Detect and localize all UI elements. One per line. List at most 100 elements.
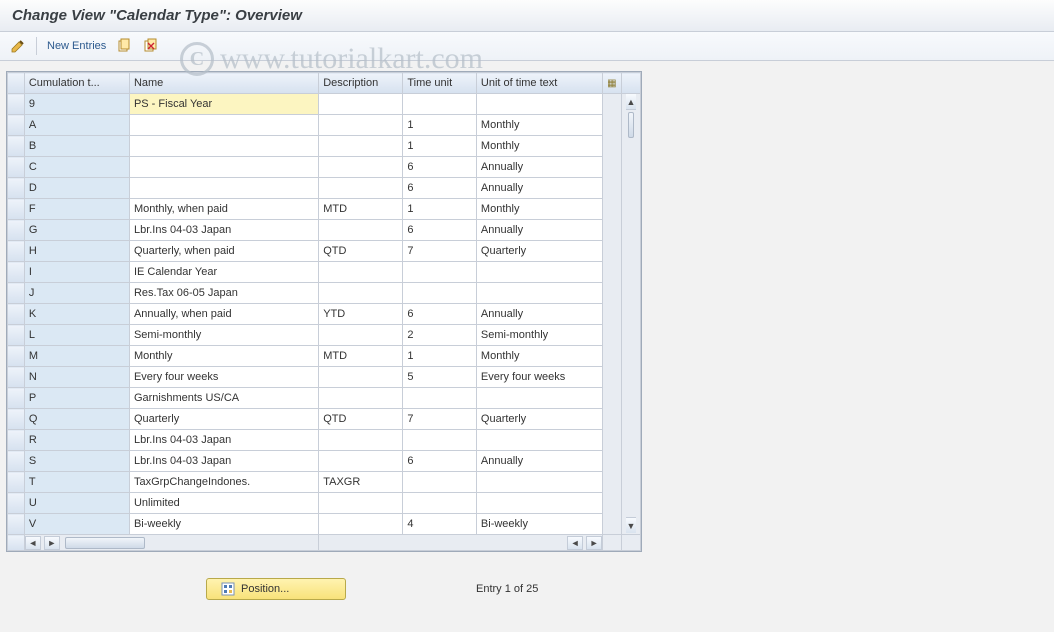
row-selector[interactable] [8,325,25,346]
cell-time-unit[interactable]: 1 [403,136,477,157]
cell-cumulation[interactable]: B [24,136,129,157]
cell-cumulation[interactable]: K [24,304,129,325]
cell-name[interactable]: Res.Tax 06-05 Japan [129,283,318,304]
cell-unit-text[interactable] [476,472,602,493]
table-row[interactable]: MMonthlyMTD1Monthly [8,346,641,367]
cell-cumulation[interactable]: S [24,451,129,472]
cell-name[interactable]: Monthly [129,346,318,367]
cell-description[interactable]: MTD [319,199,403,220]
cell-description[interactable]: YTD [319,304,403,325]
vscroll-down-icon[interactable]: ▼ [626,517,636,533]
cell-time-unit[interactable] [403,262,477,283]
cell-name[interactable]: Semi-monthly [129,325,318,346]
row-selector[interactable] [8,346,25,367]
select-all-header[interactable] [8,73,25,94]
cell-time-unit[interactable]: 4 [403,514,477,535]
cell-unit-text[interactable] [476,262,602,283]
cell-name[interactable]: Every four weeks [129,367,318,388]
cell-time-unit[interactable]: 7 [403,409,477,430]
table-row[interactable]: SLbr.Ins 04-03 Japan6Annually [8,451,641,472]
cell-cumulation[interactable]: A [24,115,129,136]
cell-unit-text[interactable]: Annually [476,304,602,325]
row-selector[interactable] [8,199,25,220]
row-selector[interactable] [8,514,25,535]
cell-unit-text[interactable]: Monthly [476,136,602,157]
cell-unit-text[interactable]: Quarterly [476,409,602,430]
position-button[interactable]: Position... [206,578,346,600]
vertical-scrollbar[interactable]: ▲▼ [622,94,641,535]
cell-description[interactable]: QTD [319,409,403,430]
cell-name[interactable]: Annually, when paid [129,304,318,325]
cell-time-unit[interactable]: 6 [403,157,477,178]
cell-name[interactable]: Monthly, when paid [129,199,318,220]
vscroll-up-icon[interactable]: ▲ [626,94,636,110]
cell-name[interactable]: Quarterly [129,409,318,430]
cell-name[interactable]: Lbr.Ins 04-03 Japan [129,430,318,451]
cell-time-unit[interactable] [403,472,477,493]
cell-cumulation[interactable]: N [24,367,129,388]
cell-cumulation[interactable]: G [24,220,129,241]
copy-as-icon[interactable] [116,38,132,54]
cell-description[interactable] [319,115,403,136]
cell-description[interactable] [319,451,403,472]
cell-description[interactable] [319,367,403,388]
table-row[interactable]: D6Annually [8,178,641,199]
table-row[interactable]: RLbr.Ins 04-03 Japan [8,430,641,451]
cell-cumulation[interactable]: D [24,178,129,199]
cell-cumulation[interactable]: C [24,157,129,178]
table-row[interactable]: QQuarterlyQTD7Quarterly [8,409,641,430]
row-selector[interactable] [8,493,25,514]
cell-name[interactable]: Quarterly, when paid [129,241,318,262]
table-row[interactable]: 9PS - Fiscal Year▲▼ [8,94,641,115]
cell-time-unit[interactable]: 1 [403,115,477,136]
cell-time-unit[interactable]: 5 [403,367,477,388]
cell-name[interactable]: Lbr.Ins 04-03 Japan [129,220,318,241]
hscroll-right2-icon[interactable]: ► [586,536,602,550]
cell-cumulation[interactable]: L [24,325,129,346]
cell-unit-text[interactable]: Monthly [476,346,602,367]
cell-description[interactable] [319,325,403,346]
cell-cumulation[interactable]: P [24,388,129,409]
cell-unit-text[interactable]: Monthly [476,199,602,220]
cell-description[interactable] [319,262,403,283]
col-header-name[interactable]: Name [129,73,318,94]
cell-description[interactable] [319,388,403,409]
cell-time-unit[interactable]: 1 [403,346,477,367]
cell-description[interactable]: QTD [319,241,403,262]
cell-name[interactable] [129,178,318,199]
cell-cumulation[interactable]: I [24,262,129,283]
cell-time-unit[interactable]: 6 [403,220,477,241]
col-header-cumulation[interactable]: Cumulation t... [24,73,129,94]
cell-time-unit[interactable] [403,94,477,115]
cell-description[interactable] [319,94,403,115]
cell-name[interactable]: Garnishments US/CA [129,388,318,409]
cell-cumulation[interactable]: J [24,283,129,304]
cell-cumulation[interactable]: H [24,241,129,262]
toggle-display-change-icon[interactable] [10,38,26,54]
row-selector[interactable] [8,262,25,283]
row-selector[interactable] [8,472,25,493]
cell-cumulation[interactable]: Q [24,409,129,430]
cell-unit-text[interactable]: Quarterly [476,241,602,262]
cell-description[interactable] [319,514,403,535]
cell-description[interactable] [319,178,403,199]
vscroll-thumb[interactable] [628,112,634,138]
cell-name[interactable] [129,115,318,136]
row-selector[interactable] [8,451,25,472]
table-row[interactable]: VBi-weekly4Bi-weekly [8,514,641,535]
cell-unit-text[interactable]: Annually [476,178,602,199]
cell-cumulation[interactable]: 9 [24,94,129,115]
col-header-unit-text[interactable]: Unit of time text [476,73,602,94]
cell-unit-text[interactable] [476,94,602,115]
col-header-time-unit[interactable]: Time unit [403,73,477,94]
cell-time-unit[interactable] [403,388,477,409]
table-row[interactable]: JRes.Tax 06-05 Japan [8,283,641,304]
table-row[interactable]: TTaxGrpChangeIndones.TAXGR [8,472,641,493]
cell-time-unit[interactable]: 7 [403,241,477,262]
cell-name[interactable] [129,136,318,157]
cell-cumulation[interactable]: T [24,472,129,493]
row-selector[interactable] [8,220,25,241]
table-row[interactable]: C6Annually [8,157,641,178]
cell-unit-text[interactable] [476,388,602,409]
cell-cumulation[interactable]: U [24,493,129,514]
